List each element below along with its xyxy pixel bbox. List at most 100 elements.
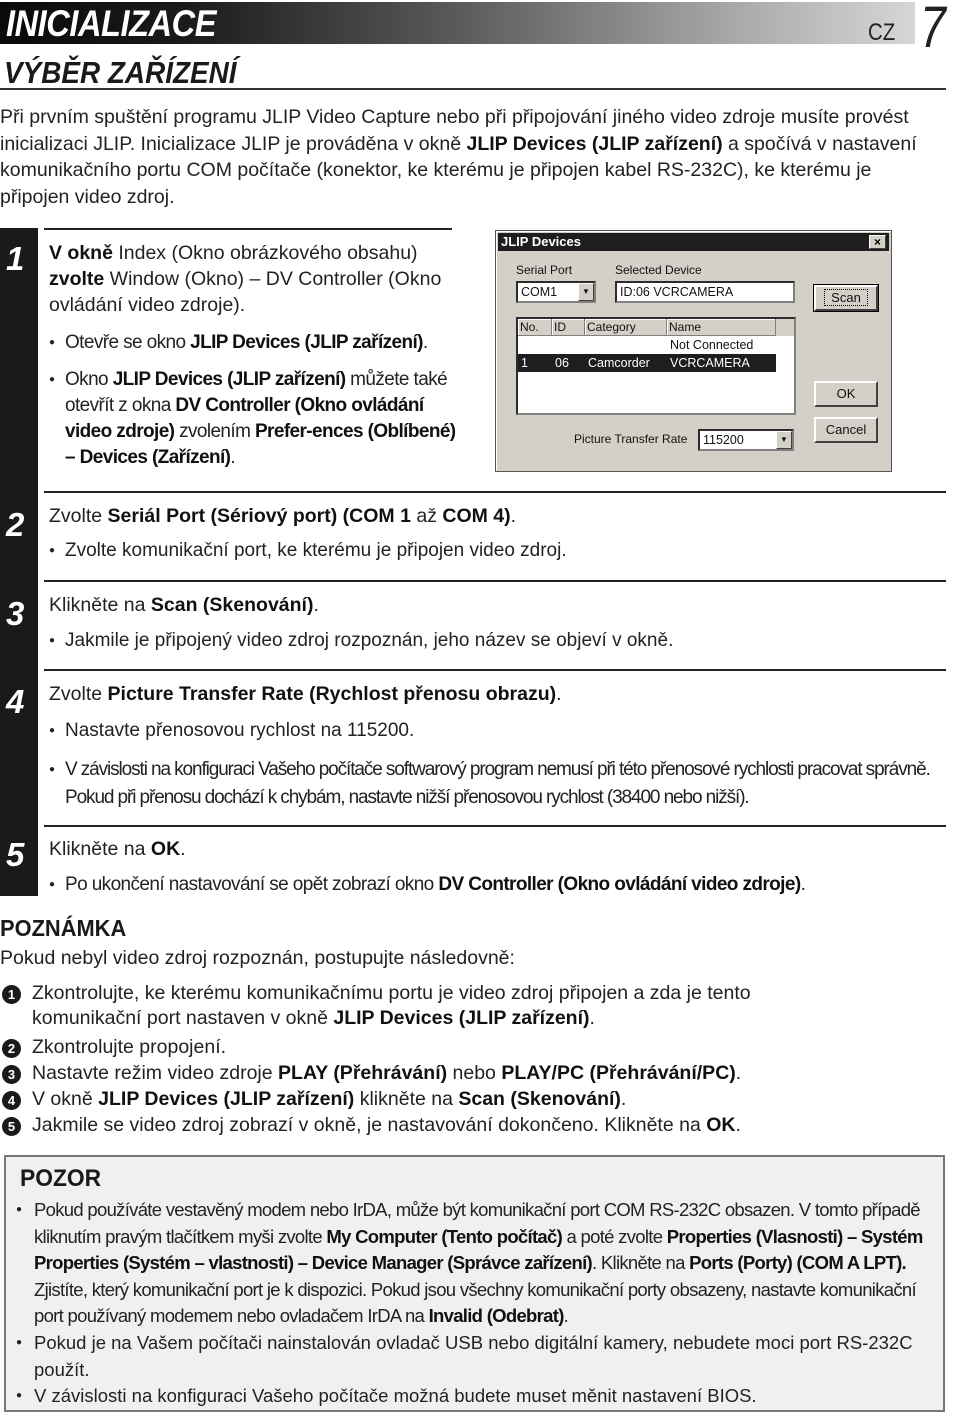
scan-button[interactable]: Scan xyxy=(813,284,879,312)
banner-title: INICIALIZACE xyxy=(6,3,216,44)
step-4-bullet: V závislosti na konfiguraci Vašeho počít… xyxy=(49,756,944,812)
bold-term: OK xyxy=(150,838,181,860)
bold-term: zvolte xyxy=(49,268,105,290)
transfer-rate-select[interactable]: 115200 ▼ xyxy=(698,429,794,451)
bold-term: JLIP Devices (JLIP zařízení) xyxy=(112,369,346,390)
serial-port-select[interactable]: COM1 ▼ xyxy=(516,281,596,303)
bold-term: Picture Transfer Rate (Rychlost přenosu … xyxy=(107,683,557,705)
transfer-rate-label: Picture Transfer Rate xyxy=(574,432,688,446)
note-item: 3 Nastavte režim video zdroje PLAY (Přehr… xyxy=(0,1061,900,1086)
text-run: Nastavte režim video zdroje xyxy=(32,1062,279,1084)
number-circle-icon: 5 xyxy=(2,1117,21,1136)
text-run: Klikněte na xyxy=(49,594,151,616)
text-run: Index (Okno obrázkového obsahu) xyxy=(112,242,418,264)
text-run: Okno xyxy=(65,369,113,390)
step-number-4: 4 xyxy=(6,683,25,720)
text-run: až xyxy=(410,505,443,527)
text-run: V závislosti na konfiguraci Vašeho počít… xyxy=(34,1385,757,1406)
number-circle-icon: 3 xyxy=(2,1065,21,1084)
intro-bold: JLIP Devices (JLIP zařízení) xyxy=(466,132,723,155)
bold-term: Invalid (Odebrat) xyxy=(428,1305,565,1326)
cell-name: Not Connected xyxy=(670,338,754,352)
step-2-bullet: Zvolte komunikační port, ke kterému je p… xyxy=(49,538,929,564)
number-circle-icon: 1 xyxy=(2,985,21,1004)
text-run: Jakmile se video zdroj zobrazí v okně, j… xyxy=(32,1114,707,1136)
chevron-down-icon[interactable]: ▼ xyxy=(776,431,792,449)
text-run: Zvolte xyxy=(49,505,108,527)
bold-term: Scan (Skenování) xyxy=(150,594,314,616)
text-run: a poté zvolte xyxy=(562,1225,667,1247)
text-run: Zvolte xyxy=(49,683,108,705)
column-header-name[interactable]: Name xyxy=(667,319,776,336)
text-run: . xyxy=(620,1088,627,1110)
header-banner: INICIALIZACE CZ xyxy=(0,2,915,46)
transfer-rate-value: 115200 xyxy=(703,433,744,447)
note-item: 5 Jakmile se video zdroj zobrazí v okně, … xyxy=(0,1113,900,1138)
text-run: . xyxy=(589,1007,595,1029)
text-run: V závislosti na konfiguraci Vašeho počít… xyxy=(65,759,931,808)
dialog-titlebar: JLIP Devices × xyxy=(498,233,889,251)
text-run: . xyxy=(180,838,186,860)
cell-category xyxy=(585,336,667,354)
note-intro: Pokud nebyl video zdroj rozpoznán, postu… xyxy=(0,947,515,969)
column-header-no[interactable]: No. xyxy=(518,319,552,336)
device-list-header: No. ID Category Name xyxy=(518,319,794,336)
serial-port-value: COM1 xyxy=(521,285,558,299)
bold-term: PLAY/PC (Přehrávání/PC) xyxy=(501,1062,736,1084)
selected-device-label: Selected Device xyxy=(615,263,702,277)
ok-button[interactable]: OK xyxy=(814,381,878,407)
note-item-text: Zkontrolujte, ke kterému komunikačnímu p… xyxy=(32,982,751,1029)
cancel-button[interactable]: Cancel xyxy=(814,417,878,443)
note-title: POZNÁMKA xyxy=(0,915,127,941)
close-icon[interactable]: × xyxy=(869,235,886,249)
device-list[interactable]: No. ID Category Name Not Connected 1 06 … xyxy=(516,317,796,415)
text-run: Klikněte na xyxy=(49,838,151,860)
section-divider xyxy=(0,88,946,90)
section-title: VÝBĚR ZAŘÍZENÍ xyxy=(4,55,237,90)
step-number-bar: 1 2 3 4 5 xyxy=(0,228,38,896)
note-item: 1 Zkontrolujte, ke kterému komunikačnímu … xyxy=(0,981,860,1031)
bold-term: JLIP Devices (JLIP zařízení) xyxy=(333,1007,590,1029)
text-run: . xyxy=(800,874,806,895)
cell-id xyxy=(552,336,585,354)
selected-device-field[interactable]: ID:06 VCRCAMERA xyxy=(615,281,795,303)
step-divider xyxy=(44,825,946,827)
note-item-text: Zkontrolujte propojení. xyxy=(32,1036,226,1058)
cell-name: VCRCAMERA xyxy=(670,356,750,370)
text-run: klikněte na xyxy=(354,1088,459,1110)
step-divider xyxy=(44,491,946,493)
text-run: . xyxy=(735,1114,741,1136)
bold-term: COM 4) xyxy=(442,505,511,527)
step-1-text: V okně Index (Okno obrázkového obsahu) z… xyxy=(49,240,459,318)
column-header-id[interactable]: ID xyxy=(552,319,585,336)
caution-box: POZOR Pokud používáte vestavěný modem ne… xyxy=(4,1155,945,1412)
column-header-category[interactable]: Category xyxy=(585,319,667,336)
bold-term: Scan (Skenování) xyxy=(458,1088,621,1110)
device-row-selected[interactable]: 1 06 Camcorder VCRCAMERA xyxy=(518,354,776,372)
scan-label: Scan xyxy=(824,289,868,306)
text-run: zvolením xyxy=(174,421,255,442)
step-1-bullet: Otevře se okno JLIP Devices (JLIP zaříze… xyxy=(49,330,469,356)
note-item: 4 V okně JLIP Devices (JLIP zařízení) kli… xyxy=(0,1087,900,1112)
text-run: . xyxy=(556,683,562,705)
step-4-bullet: Nastavte přenosovou rychlost na 115200. xyxy=(49,718,929,744)
text-run: . xyxy=(563,1305,569,1326)
step-4-text: Zvolte Picture Transfer Rate (Rychlost p… xyxy=(49,681,929,707)
step-number-5: 5 xyxy=(6,836,25,873)
bold-term: OK xyxy=(706,1114,736,1136)
cell-category: Camcorder xyxy=(588,356,650,370)
chevron-down-icon[interactable]: ▼ xyxy=(578,283,594,301)
text-run: Window (Okno) – DV Controller (Okno ovlá… xyxy=(49,268,442,316)
step-1-bullet: Okno JLIP Devices (JLIP zařízení) můžete… xyxy=(49,367,469,471)
text-run: . xyxy=(510,505,517,527)
device-row[interactable]: Not Connected xyxy=(518,336,794,354)
step-divider xyxy=(44,228,452,230)
step-3-text: Klikněte na Scan (Skenování). xyxy=(49,592,929,618)
text-run: . xyxy=(313,594,319,616)
caution-item: Pokud používáte vestavěný modem nebo IrD… xyxy=(16,1197,936,1330)
bold-term: JLIP Devices (JLIP zařízení) xyxy=(190,332,423,353)
step-5-bullet: Po ukončení nastavování se opět zobrazí … xyxy=(49,872,944,898)
text-run: Otevře se okno xyxy=(65,332,191,353)
text-run: Pokud je na Vašem počítači nainstalován … xyxy=(34,1332,913,1380)
jlip-devices-dialog: JLIP Devices × Serial Port COM1 ▼ Select… xyxy=(495,230,892,472)
